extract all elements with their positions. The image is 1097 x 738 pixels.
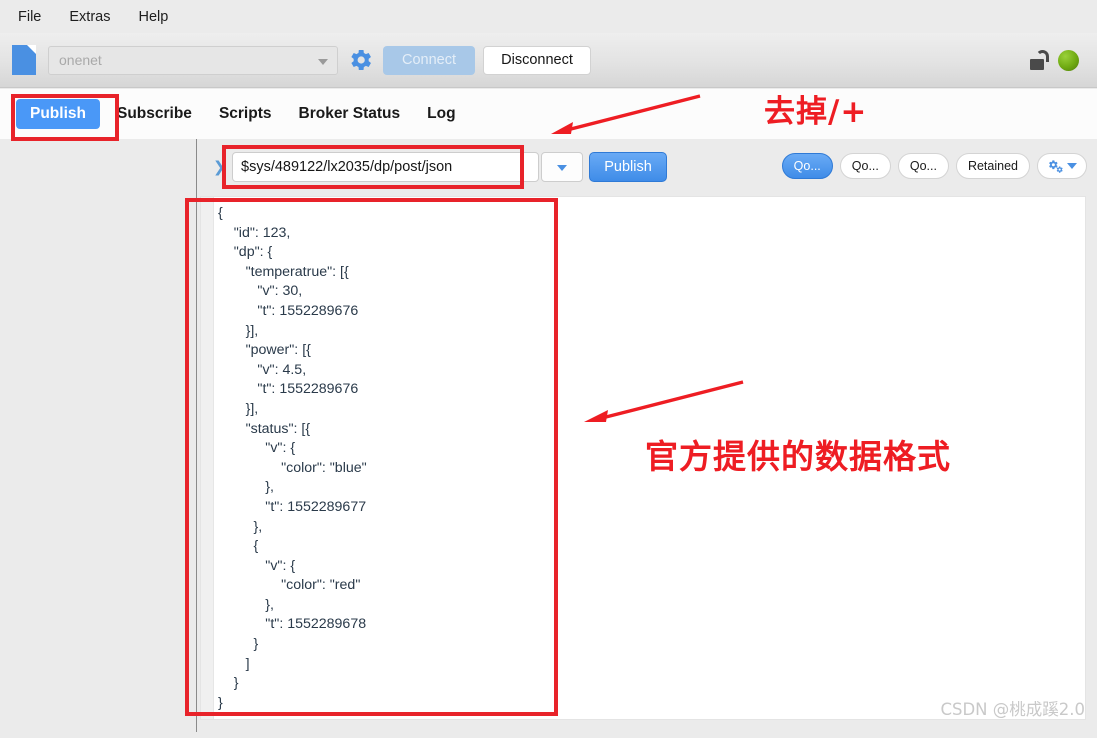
chevron-down-icon <box>1067 163 1077 169</box>
tab-scripts[interactable]: Scripts <box>209 100 282 128</box>
tab-subscribe[interactable]: Subscribe <box>107 100 202 128</box>
editor-bottom-strip <box>197 721 1086 738</box>
menu-item-extras[interactable]: Extras <box>69 6 124 28</box>
document-icon <box>12 45 38 75</box>
retained-button[interactable]: Retained <box>955 153 1030 179</box>
chevron-right-icon[interactable]: ❯ <box>213 158 226 176</box>
main-tab-bar: Publish Subscribe Scripts Broker Status … <box>0 89 1097 139</box>
connection-status-led <box>1058 49 1079 71</box>
qos-2-button[interactable]: Qo... <box>897 153 949 179</box>
gear-icon[interactable] <box>346 46 374 74</box>
qos-0-button[interactable]: Qo... <box>781 153 833 179</box>
disconnect-button[interactable]: Disconnect <box>483 45 591 75</box>
topic-history-dropdown[interactable] <box>541 152 583 182</box>
gears-dropdown-icon[interactable] <box>1037 153 1087 179</box>
menu-bar: File Extras Help <box>0 0 1097 33</box>
annotation-note-2: 官方提供的数据格式 <box>645 437 951 476</box>
qos-1-button[interactable]: Qo... <box>839 153 891 179</box>
editor-gutter <box>201 197 214 719</box>
publish-button[interactable]: Publish <box>589 152 667 182</box>
publish-options-group: Qo... Qo... Qo... Retained <box>781 153 1087 179</box>
payload-editor-panel[interactable]: { "id": 123, "dp": { "temperatrue": [{ "… <box>200 196 1086 720</box>
connect-button[interactable]: Connect <box>383 45 475 75</box>
connection-profile-value: onenet <box>59 52 102 68</box>
topic-input[interactable]: $sys/489122/lx2035/dp/post/json <box>232 152 539 182</box>
unlocked-padlock-icon <box>1029 49 1051 71</box>
tab-broker-status[interactable]: Broker Status <box>289 100 411 128</box>
connection-profile-select[interactable]: onenet <box>48 45 338 75</box>
tab-publish[interactable]: Publish <box>16 99 100 129</box>
chevron-down-icon <box>557 165 567 171</box>
panel-divider <box>196 139 197 732</box>
app-window: File Extras Help onenet Connect Disconne… <box>0 0 1097 738</box>
tab-log[interactable]: Log <box>417 100 465 128</box>
menu-item-help[interactable]: Help <box>138 6 182 28</box>
annotation-note-1: 去掉/+ <box>764 94 868 130</box>
connection-toolbar: onenet Connect Disconnect <box>0 33 1097 88</box>
menu-item-file[interactable]: File <box>18 6 55 28</box>
watermark: CSDN @桃成蹊2.0 <box>940 700 1085 719</box>
connection-status-group <box>1029 49 1087 71</box>
chevron-down-icon <box>318 58 328 65</box>
